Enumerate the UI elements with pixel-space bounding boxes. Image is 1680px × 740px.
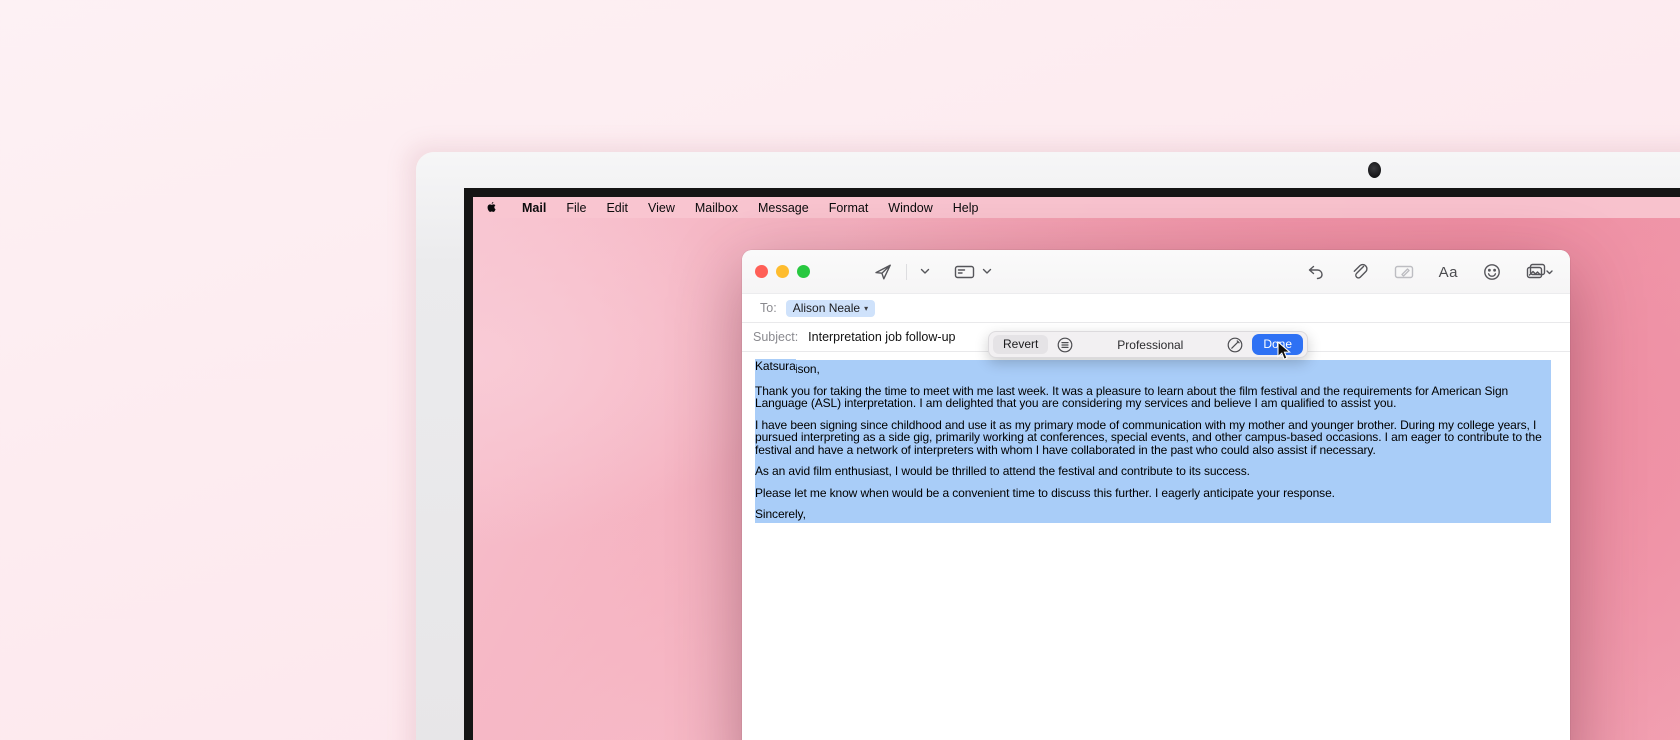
body-paragraph: Sincerely, <box>755 508 1547 521</box>
subject-value[interactable]: Interpretation job follow-up <box>808 330 955 344</box>
signature-name: Katsura <box>755 359 796 373</box>
menu-item-mailbox[interactable]: Mailbox <box>685 201 748 215</box>
header-options-chevron-icon[interactable] <box>982 268 992 275</box>
format-icon[interactable]: Aa <box>1439 264 1458 281</box>
photo-browser-icon[interactable] <box>1526 263 1554 281</box>
menu-item-view[interactable]: View <box>638 201 685 215</box>
attach-icon[interactable] <box>1350 263 1369 282</box>
undo-icon[interactable] <box>1306 263 1325 281</box>
recipient-chevron-icon[interactable]: ▾ <box>864 304 868 313</box>
recipient-name: Alison Neale <box>793 301 860 315</box>
body-paragraph: Please let me know when would be a conve… <box>755 487 1547 500</box>
minimize-button[interactable] <box>776 265 789 278</box>
writing-tools-bar: Revert Professional Done <box>988 331 1308 358</box>
close-button[interactable] <box>755 265 768 278</box>
rewrite-pencil-icon[interactable] <box>1226 336 1244 354</box>
markup-icon <box>1394 263 1414 281</box>
compose-toolbar: Aa <box>742 250 1570 294</box>
toolbar-divider <box>906 264 907 280</box>
header-fields-icon[interactable] <box>954 263 975 281</box>
send-icon[interactable] <box>873 262 893 282</box>
menu-item-mail[interactable]: Mail <box>512 201 556 215</box>
to-label: To: <box>760 301 777 315</box>
apple-logo-icon[interactable] <box>485 200 500 215</box>
selected-text-block[interactable]: Hello Alison, Thank you for taking the t… <box>755 360 1551 523</box>
mouse-cursor <box>1277 341 1292 366</box>
revert-button[interactable]: Revert <box>993 335 1048 354</box>
mail-compose-window: Aa To: Alison Neale ▾ Subject: Interpret… <box>742 250 1570 740</box>
body-paragraph: I have been signing since childhood and … <box>755 419 1547 457</box>
desktop-backdrop: Mail File Edit View Mailbox Message Form… <box>0 0 1680 740</box>
menu-item-help[interactable]: Help <box>943 201 989 215</box>
traffic-lights <box>755 265 810 278</box>
camera-icon <box>1368 162 1381 178</box>
body-paragraph: As an avid film enthusiast, I would be t… <box>755 465 1547 478</box>
signature-line[interactable]: Katsura <box>755 360 1583 373</box>
send-options-chevron-icon[interactable] <box>920 268 930 275</box>
menu-bar: Mail File Edit View Mailbox Message Form… <box>473 197 1680 218</box>
tone-label: Professional <box>1074 338 1226 352</box>
menu-item-edit[interactable]: Edit <box>596 201 638 215</box>
to-field-row[interactable]: To: Alison Neale ▾ <box>742 294 1570 323</box>
recipient-token[interactable]: Alison Neale ▾ <box>786 300 875 317</box>
menu-item-file[interactable]: File <box>556 201 596 215</box>
message-body[interactable]: Hello Alison, Thank you for taking the t… <box>742 353 1570 740</box>
menu-item-message[interactable]: Message <box>748 201 819 215</box>
body-paragraph: Thank you for taking the time to meet wi… <box>755 385 1547 410</box>
writing-tools-summary-icon[interactable] <box>1056 336 1074 354</box>
menu-item-format[interactable]: Format <box>819 201 879 215</box>
menu-item-window[interactable]: Window <box>878 201 942 215</box>
zoom-button[interactable] <box>797 265 810 278</box>
emoji-icon[interactable] <box>1483 263 1501 281</box>
subject-label: Subject: <box>753 330 798 344</box>
